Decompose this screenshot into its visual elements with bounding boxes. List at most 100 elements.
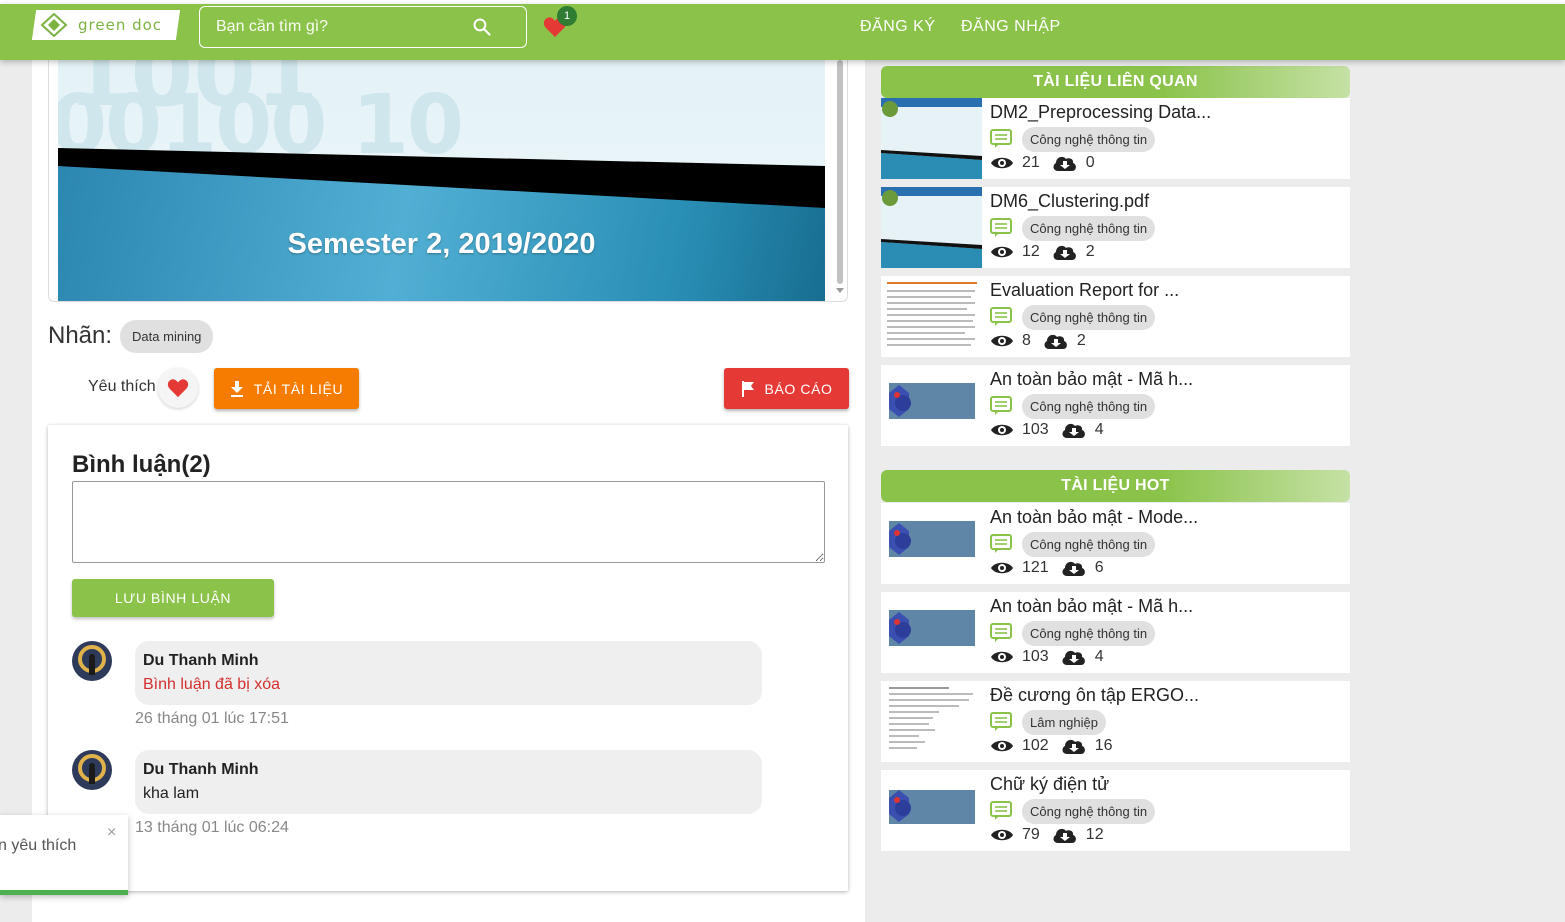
doc-stats: 121 6 <box>990 557 1116 579</box>
category-icon <box>990 307 1012 326</box>
tag-chip[interactable]: Data mining <box>120 319 214 353</box>
download-count: 6 <box>1094 559 1104 576</box>
slide-thumbnail-image <box>881 98 982 179</box>
slide-thumbnail-image <box>881 187 982 268</box>
security-slide-thumbnail-image <box>881 503 982 584</box>
category-icon <box>990 534 1012 553</box>
heart-icon <box>167 379 189 398</box>
like-label: Yêu thích <box>88 378 156 395</box>
doc-card[interactable]: An toàn bảo mật - Mã h... Công nghệ thôn… <box>881 365 1350 446</box>
comment-time: 26 tháng 01 lúc 17:51 <box>135 710 289 727</box>
download-button[interactable]: TẢI TÀI LIỆU <box>214 368 359 409</box>
download-count: 4 <box>1094 648 1104 665</box>
doc-thumbnail[interactable] <box>881 98 982 179</box>
doc-thumbnail[interactable] <box>881 592 982 673</box>
cloud-download-icon <box>1053 245 1076 260</box>
viewer-scrollbar[interactable] <box>835 60 845 284</box>
comment-text: Bình luận đã bị xóa <box>143 676 280 693</box>
category-icon <box>990 396 1012 415</box>
doc-card[interactable]: Evaluation Report for ... Công nghệ thôn… <box>881 276 1350 357</box>
doc-category-row: Công nghệ thông tin <box>990 393 1156 419</box>
doc-category-chip[interactable]: Công nghệ thông tin <box>1022 798 1156 824</box>
security-slide-thumbnail-image <box>881 365 982 446</box>
tags-label: Nhãn: <box>48 322 113 349</box>
report-label: BÁO CÁO <box>764 380 833 397</box>
eye-icon <box>991 424 1013 436</box>
download-label: TẢI TÀI LIỆU <box>253 380 344 397</box>
doc-thumbnail[interactable] <box>881 503 982 584</box>
doc-card[interactable]: An toàn bảo mật - Mode... Công nghệ thôn… <box>881 503 1350 584</box>
avatar[interactable] <box>72 750 112 790</box>
doc-title[interactable]: An toàn bảo mật - Mã h... <box>990 596 1193 617</box>
doc-category-row: Công nghệ thông tin <box>990 304 1156 330</box>
doc-category-chip[interactable]: Công nghệ thông tin <box>1022 620 1156 646</box>
user-avatar-image <box>72 641 112 681</box>
view-count: 21 <box>1022 154 1040 171</box>
doc-category-row: Công nghệ thông tin <box>990 126 1156 152</box>
doc-title[interactable]: An toàn bảo mật - Mode... <box>990 507 1198 528</box>
doc-category-chip[interactable]: Công nghệ thông tin <box>1022 393 1156 419</box>
doc-card[interactable]: Đề cương ôn tập ERGO... Lâm nghiệp 102 1… <box>881 681 1350 762</box>
favorites-count-badge: 1 <box>557 6 577 26</box>
doc-thumbnail[interactable] <box>881 365 982 446</box>
doc-category-chip[interactable]: Công nghệ thông tin <box>1022 126 1156 152</box>
doc-category-chip[interactable]: Công nghệ thông tin <box>1022 304 1156 330</box>
download-count: 0 <box>1085 154 1095 171</box>
comments-card: Bình luận(2) LƯU BÌNH LUẬN Du Thanh Minh… <box>48 425 848 891</box>
scrollbar-thumb[interactable] <box>837 60 843 284</box>
eye-icon <box>991 651 1013 663</box>
view-count: 12 <box>1022 243 1040 260</box>
eye-icon <box>991 562 1013 574</box>
download-count: 16 <box>1094 737 1113 754</box>
doc-thumbnail[interactable] <box>881 770 982 851</box>
doc-stats: 103 4 <box>990 646 1116 668</box>
doc-title[interactable]: Chữ ký điện tử <box>990 774 1109 795</box>
doc-card[interactable]: DM6_Clustering.pdf Công nghệ thông tin 1… <box>881 187 1350 268</box>
doc-stats: 21 0 <box>990 152 1107 174</box>
comment-author[interactable]: Du Thanh Minh <box>143 761 259 779</box>
document-thumbnail-image <box>881 681 982 762</box>
doc-title[interactable]: An toàn bảo mật - Mã h... <box>990 369 1193 390</box>
cloud-download-icon <box>1053 828 1076 843</box>
doc-thumbnail[interactable] <box>881 276 982 357</box>
comment-bubble: Du Thanh Minh Bình luận đã bị xóa <box>135 641 762 705</box>
doc-title[interactable]: DM2_Preprocessing Data... <box>990 102 1211 123</box>
doc-category-row: Công nghệ thông tin <box>990 798 1156 824</box>
doc-card[interactable]: Chữ ký điện tử Công nghệ thông tin 79 12 <box>881 770 1350 851</box>
eye-icon <box>991 829 1013 841</box>
download-count: 4 <box>1094 421 1104 438</box>
doc-thumbnail[interactable] <box>881 681 982 762</box>
doc-title[interactable]: Evaluation Report for ... <box>990 280 1179 301</box>
download-count: 12 <box>1085 826 1104 843</box>
doc-card[interactable]: DM2_Preprocessing Data... Công nghệ thôn… <box>881 98 1350 179</box>
register-link[interactable]: ĐĂNG KÝ <box>860 18 936 36</box>
doc-category-chip[interactable]: Công nghệ thông tin <box>1022 531 1156 557</box>
comment-author[interactable]: Du Thanh Minh <box>143 652 259 670</box>
doc-category-chip[interactable]: Lâm nghiệp <box>1022 709 1106 735</box>
report-button[interactable]: BÁO CÁO <box>724 368 849 409</box>
like-button[interactable] <box>158 368 198 408</box>
doc-card[interactable]: An toàn bảo mật - Mã h... Công nghệ thôn… <box>881 592 1350 673</box>
cloud-download-icon <box>1062 739 1085 754</box>
document-viewer[interactable]: 1001 00100 10 Semester 2, 2019/2020 <box>48 60 848 302</box>
view-count: 103 <box>1022 421 1049 438</box>
doc-category-chip[interactable]: Công nghệ thông tin <box>1022 215 1156 241</box>
favorites-button[interactable]: 1 <box>543 6 577 38</box>
hot-docs-header: TÀI LIỆU HOT <box>881 470 1350 502</box>
comment-textarea[interactable] <box>72 481 825 563</box>
doc-title[interactable]: DM6_Clustering.pdf <box>990 191 1149 212</box>
doc-thumbnail[interactable] <box>881 187 982 268</box>
toast-progress-bar <box>0 890 128 895</box>
doc-stats: 79 12 <box>990 824 1116 846</box>
doc-title[interactable]: Đề cương ôn tập ERGO... <box>990 685 1199 706</box>
close-icon[interactable]: × <box>107 824 116 842</box>
logo[interactable]: green doc <box>31 10 181 40</box>
avatar[interactable] <box>72 641 112 681</box>
search-input[interactable] <box>200 7 470 47</box>
search-icon[interactable] <box>472 17 492 37</box>
save-comment-button[interactable]: LƯU BÌNH LUẬN <box>72 579 274 617</box>
doc-category-row: Công nghệ thông tin <box>990 215 1156 241</box>
scroll-down-arrow-icon[interactable] <box>836 288 844 293</box>
view-count: 103 <box>1022 648 1049 665</box>
login-link[interactable]: ĐĂNG NHẬP <box>961 18 1061 36</box>
